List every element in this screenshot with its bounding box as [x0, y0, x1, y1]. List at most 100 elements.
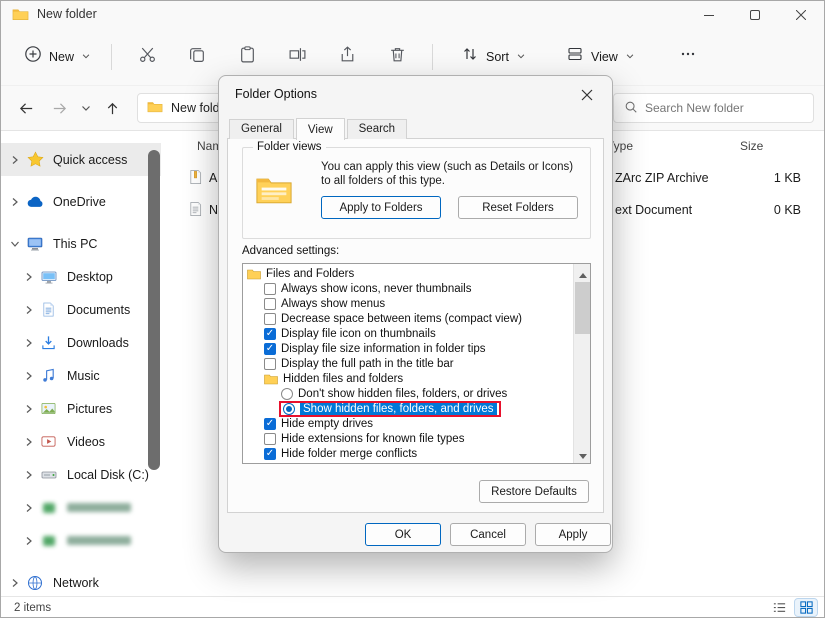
checkbox[interactable]: ✓: [264, 447, 276, 460]
tab-general[interactable]: General: [229, 119, 294, 139]
back-button[interactable]: [10, 93, 43, 123]
sidebar-item-this-pc[interactable]: This PC: [0, 227, 161, 260]
chevron-right-icon[interactable]: [24, 503, 38, 513]
sidebar-item-videos[interactable]: Videos: [0, 425, 161, 458]
sidebar-item-redacted[interactable]: [0, 524, 161, 557]
chevron-right-icon[interactable]: [24, 305, 38, 315]
chevron-right-icon[interactable]: [10, 155, 24, 165]
sidebar-item-documents[interactable]: Documents: [0, 293, 161, 326]
tree-item[interactable]: ✓ Display file size information in folder…: [244, 341, 572, 356]
checkbox[interactable]: [264, 282, 276, 295]
status-bar: 2 items: [0, 596, 825, 618]
checkbox[interactable]: [264, 297, 276, 310]
maximize-button[interactable]: [732, 1, 778, 28]
sort-button-label: Sort: [486, 49, 509, 64]
chevron-right-icon[interactable]: [24, 272, 38, 282]
cancel-button[interactable]: Cancel: [450, 523, 526, 546]
videos-icon: [41, 434, 60, 449]
checkbox[interactable]: ✓: [264, 417, 276, 430]
share-button[interactable]: [322, 39, 372, 75]
scroll-up-arrow-icon[interactable]: [574, 264, 590, 280]
tab-view[interactable]: View: [295, 118, 345, 140]
sidebar-item-network[interactable]: Network: [0, 566, 161, 596]
archive-icon: [188, 169, 203, 185]
checkbox[interactable]: [264, 312, 276, 325]
sidebar-item-redacted[interactable]: [0, 491, 161, 524]
more-options-button[interactable]: [663, 39, 713, 75]
tree-item[interactable]: Hidden files and folders: [244, 371, 572, 386]
sidebar-item-onedrive[interactable]: OneDrive: [0, 185, 161, 218]
tree-item[interactable]: Show hidden files, folders, and drives: [244, 400, 572, 417]
tree-item[interactable]: Display the full path in the title bar: [244, 356, 572, 371]
tree-item[interactable]: Decrease space between items (compact vi…: [244, 311, 572, 326]
restore-defaults-button[interactable]: Restore Defaults: [479, 480, 589, 503]
minimize-button[interactable]: [686, 1, 732, 28]
new-button[interactable]: New: [14, 37, 101, 76]
tree-item[interactable]: Don't show hidden files, folders, or dri…: [244, 386, 572, 401]
sort-button[interactable]: Sort: [451, 37, 536, 76]
sidebar-item-music[interactable]: Music: [0, 359, 161, 392]
checkbox[interactable]: [264, 432, 276, 445]
tree-item[interactable]: Always show menus: [244, 296, 572, 311]
folder-views-buttons: Apply to Folders Reset Folders: [321, 196, 578, 219]
dialog-close-button[interactable]: [573, 83, 601, 107]
ok-button[interactable]: OK: [365, 523, 441, 546]
forward-button[interactable]: [43, 93, 76, 123]
search-box[interactable]: Search New folder: [613, 93, 814, 123]
details-view-icon[interactable]: [768, 599, 790, 616]
view-button[interactable]: View: [556, 37, 645, 76]
paste-button[interactable]: [222, 39, 272, 75]
radio-button[interactable]: [281, 387, 293, 400]
tree-item[interactable]: ✓ Hide folder merge conflicts: [244, 446, 572, 461]
tree-item[interactable]: ✓: [244, 461, 572, 463]
listbox-scrollbar[interactable]: [573, 264, 590, 463]
scrollbar-thumb[interactable]: [575, 282, 590, 334]
tree-item[interactable]: Hide extensions for known file types: [244, 431, 572, 446]
sidebar-item-downloads[interactable]: Downloads: [0, 326, 161, 359]
up-button[interactable]: [96, 93, 129, 123]
chevron-right-icon[interactable]: [24, 371, 38, 381]
rename-button[interactable]: [272, 39, 322, 75]
rename-icon: [288, 45, 307, 69]
reset-folders-button[interactable]: Reset Folders: [458, 196, 578, 219]
tree-item-label: Hide empty drives: [281, 417, 374, 430]
chevron-right-icon[interactable]: [24, 404, 38, 414]
tree-item[interactable]: ✓ Display file icon on thumbnails: [244, 326, 572, 341]
toolbar-separator: [111, 43, 113, 70]
chevron-right-icon[interactable]: [24, 338, 38, 348]
checkbox[interactable]: ✓: [264, 342, 276, 355]
cut-button[interactable]: [122, 39, 172, 75]
sidebar-scrollbar-thumb[interactable]: [148, 150, 160, 470]
chevron-right-icon[interactable]: [24, 536, 38, 546]
advanced-settings-label: Advanced settings:: [242, 245, 340, 257]
sidebar-item-pictures[interactable]: Pictures: [0, 392, 161, 425]
tree-item-label: Display the full path in the title bar: [281, 357, 454, 370]
tree-item[interactable]: Files and Folders: [244, 266, 572, 281]
tree-item[interactable]: ✓ Hide empty drives: [244, 416, 572, 431]
sidebar-item-desktop[interactable]: Desktop: [0, 260, 161, 293]
chevron-right-icon[interactable]: [10, 197, 24, 207]
thumbnails-view-icon[interactable]: [794, 598, 818, 617]
chevron-right-icon[interactable]: [24, 470, 38, 480]
tab-search[interactable]: Search: [346, 119, 408, 139]
chevron-right-icon[interactable]: [24, 437, 38, 447]
disk-icon: [41, 467, 60, 483]
sidebar-item-local-disk-c[interactable]: Local Disk (C:): [0, 458, 161, 491]
scroll-down-arrow-icon[interactable]: [574, 447, 590, 463]
delete-button[interactable]: [372, 39, 422, 75]
tree-item[interactable]: Always show icons, never thumbnails: [244, 281, 572, 296]
chevron-down-icon[interactable]: [10, 239, 24, 249]
sidebar-item-label: Network: [53, 575, 99, 590]
copy-button[interactable]: [172, 39, 222, 75]
recent-locations-chevron[interactable]: [76, 93, 96, 123]
column-header-size[interactable]: Size: [740, 139, 763, 153]
apply-to-folders-button[interactable]: Apply to Folders: [321, 196, 441, 219]
close-button[interactable]: [778, 1, 824, 28]
checkbox[interactable]: ✓: [264, 462, 276, 463]
sidebar-item-quick-access[interactable]: Quick access: [0, 143, 161, 176]
chevron-right-icon[interactable]: [10, 578, 24, 588]
radio-button[interactable]: [283, 402, 295, 415]
apply-button[interactable]: Apply: [535, 523, 611, 546]
checkbox[interactable]: [264, 357, 276, 370]
checkbox[interactable]: ✓: [264, 327, 276, 340]
